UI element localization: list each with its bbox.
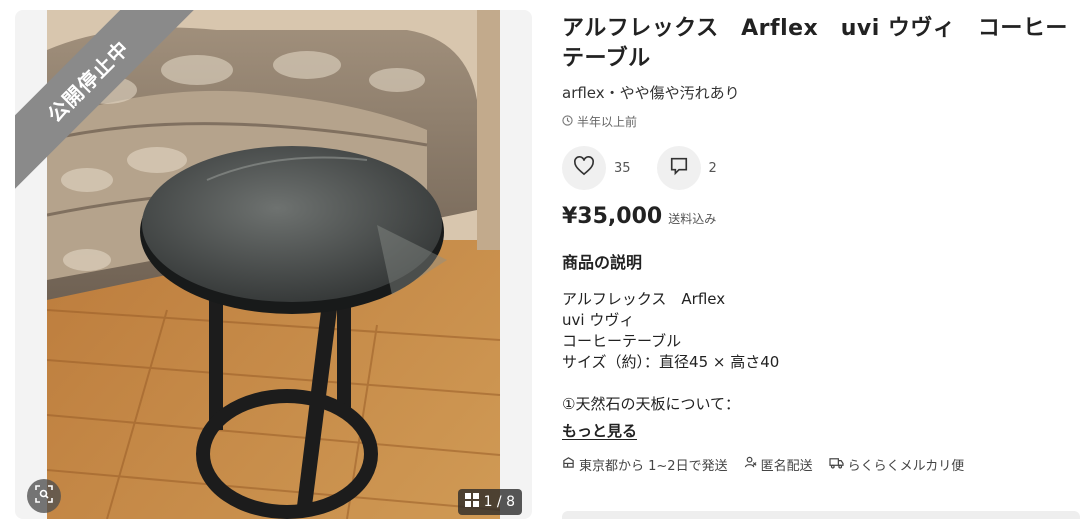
description-line: アルフレックス Arflex — [562, 290, 726, 308]
delivery-method-tag: らくらくメルカリ便 — [828, 455, 965, 474]
clock-icon — [562, 114, 573, 129]
anonymous-shipping-tag: 匿名配送 — [744, 455, 813, 474]
anonymous-shipping-text: 匿名配送 — [760, 459, 813, 474]
item-description: アルフレックス Arflex uvi ウヴィ コーヒーテーブル サイズ（約）：直… — [562, 289, 1074, 415]
status-ribbon-container: 公開停止中 — [15, 10, 215, 210]
shipping-included-label: 送料込み — [668, 212, 717, 226]
grid-icon — [464, 493, 479, 511]
person-icon — [744, 456, 757, 473]
description-heading: 商品の説明 — [562, 253, 643, 272]
posted-time-text: 半年以上前 — [577, 115, 638, 129]
description-line: uvi ウヴィ — [562, 311, 635, 329]
heart-icon — [573, 156, 595, 180]
comment-icon — [669, 156, 689, 180]
price-row: ¥35,000 送料込み — [562, 204, 1074, 229]
description-line: ①天然石の天板について： — [562, 395, 740, 413]
comment-count: 2 — [708, 160, 717, 176]
shipping-origin-tag: 東京都から 1~2日で発送 — [562, 455, 728, 474]
shipping-info: 東京都から 1~2日で発送 匿名配送 らくらくメルカリ便 — [562, 455, 1074, 474]
posted-time: 半年以上前 — [562, 113, 1074, 130]
item-title: アルフレックス Arflex uvi ウヴィ コーヒーテーブル — [562, 16, 1068, 71]
like-button[interactable] — [562, 146, 606, 190]
show-more-link[interactable]: もっと見る — [562, 420, 637, 441]
product-image-panel[interactable]: 公開停止中 1 / 8 — [15, 10, 532, 519]
truck-icon — [828, 456, 844, 473]
bottom-panel-edge — [562, 511, 1080, 519]
box-icon — [562, 456, 575, 473]
item-details: アルフレックス Arflex uvi ウヴィ コーヒーテーブル arflex・や… — [562, 14, 1074, 474]
item-brand-condition: arflex・やや傷や汚れあり — [562, 84, 740, 102]
comment-button[interactable] — [656, 146, 701, 190]
photo-counter-text: 1 / 8 — [483, 494, 515, 510]
image-search-icon — [35, 485, 53, 507]
like-count: 35 — [614, 160, 631, 176]
status-ribbon: 公開停止中 — [15, 10, 198, 191]
description-line: サイズ（約）：直径45 × 高さ40 — [562, 353, 780, 371]
delivery-method-text: らくらくメルカリ便 — [847, 459, 965, 474]
item-price: ¥35,000 — [562, 204, 663, 229]
engagement-actions: 35 2 — [562, 146, 1074, 190]
image-search-button[interactable] — [27, 479, 61, 513]
photo-counter[interactable]: 1 / 8 — [457, 489, 522, 515]
description-line: コーヒーテーブル — [562, 332, 682, 350]
shipping-origin-text: 東京都から 1~2日で発送 — [579, 459, 728, 474]
